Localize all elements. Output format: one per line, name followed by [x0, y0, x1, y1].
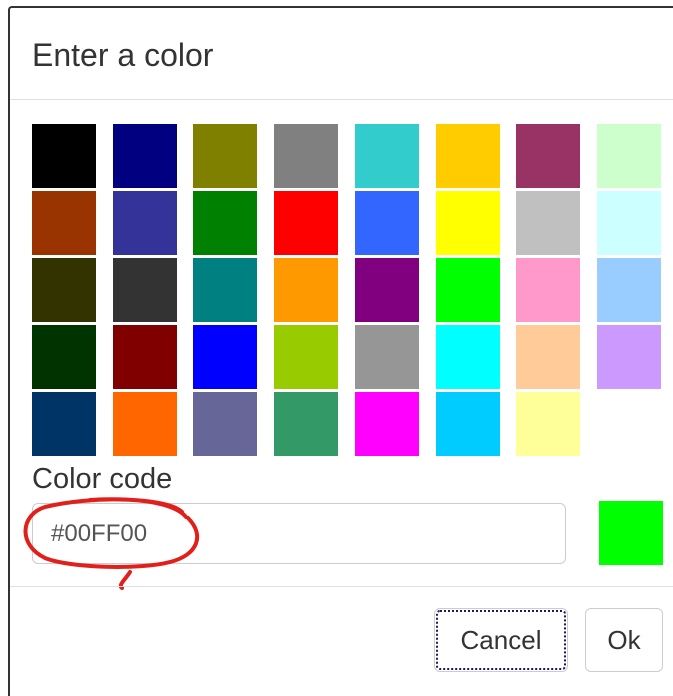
color-swatch[interactable]	[32, 258, 96, 322]
color-swatch[interactable]	[597, 191, 661, 255]
color-swatch[interactable]	[516, 191, 580, 255]
color-swatch[interactable]	[32, 191, 96, 255]
ok-button[interactable]: Ok	[585, 608, 663, 672]
color-swatch[interactable]	[355, 124, 419, 188]
color-swatch[interactable]	[274, 258, 338, 322]
color-swatch[interactable]	[32, 124, 96, 188]
color-swatch[interactable]	[32, 325, 96, 389]
color-swatch[interactable]	[193, 258, 257, 322]
color-swatch[interactable]	[32, 392, 96, 456]
color-swatch[interactable]	[436, 124, 500, 188]
color-swatch[interactable]	[113, 124, 177, 188]
footer-divider	[10, 586, 673, 587]
color-swatch[interactable]	[113, 258, 177, 322]
color-swatch[interactable]	[436, 392, 500, 456]
color-code-input[interactable]	[32, 503, 566, 564]
color-swatch[interactable]	[436, 258, 500, 322]
color-swatch[interactable]	[516, 124, 580, 188]
color-swatch[interactable]	[516, 325, 580, 389]
color-swatch[interactable]	[274, 124, 338, 188]
color-swatch[interactable]	[113, 392, 177, 456]
color-swatch[interactable]	[597, 124, 661, 188]
color-swatch[interactable]	[516, 392, 580, 456]
color-swatch[interactable]	[355, 258, 419, 322]
header-divider	[10, 99, 673, 100]
color-swatch[interactable]	[193, 191, 257, 255]
color-swatch[interactable]	[274, 392, 338, 456]
color-swatch[interactable]	[274, 191, 338, 255]
color-swatch[interactable]	[113, 191, 177, 255]
color-swatch[interactable]	[355, 325, 419, 389]
color-swatch[interactable]	[193, 124, 257, 188]
color-swatch[interactable]	[436, 191, 500, 255]
color-swatch[interactable]	[597, 325, 661, 389]
color-swatch[interactable]	[355, 191, 419, 255]
color-swatch[interactable]	[193, 392, 257, 456]
dialog-title: Enter a color	[32, 37, 214, 73]
cancel-button[interactable]: Cancel	[434, 608, 568, 672]
color-swatch[interactable]	[113, 325, 177, 389]
color-code-label: Color code	[32, 463, 173, 495]
color-swatch[interactable]	[274, 325, 338, 389]
color-swatch[interactable]	[355, 392, 419, 456]
color-swatch[interactable]	[436, 325, 500, 389]
color-swatch[interactable]	[597, 258, 661, 322]
color-swatch[interactable]	[193, 325, 257, 389]
color-preview-swatch	[599, 501, 663, 565]
color-swatch[interactable]	[516, 258, 580, 322]
